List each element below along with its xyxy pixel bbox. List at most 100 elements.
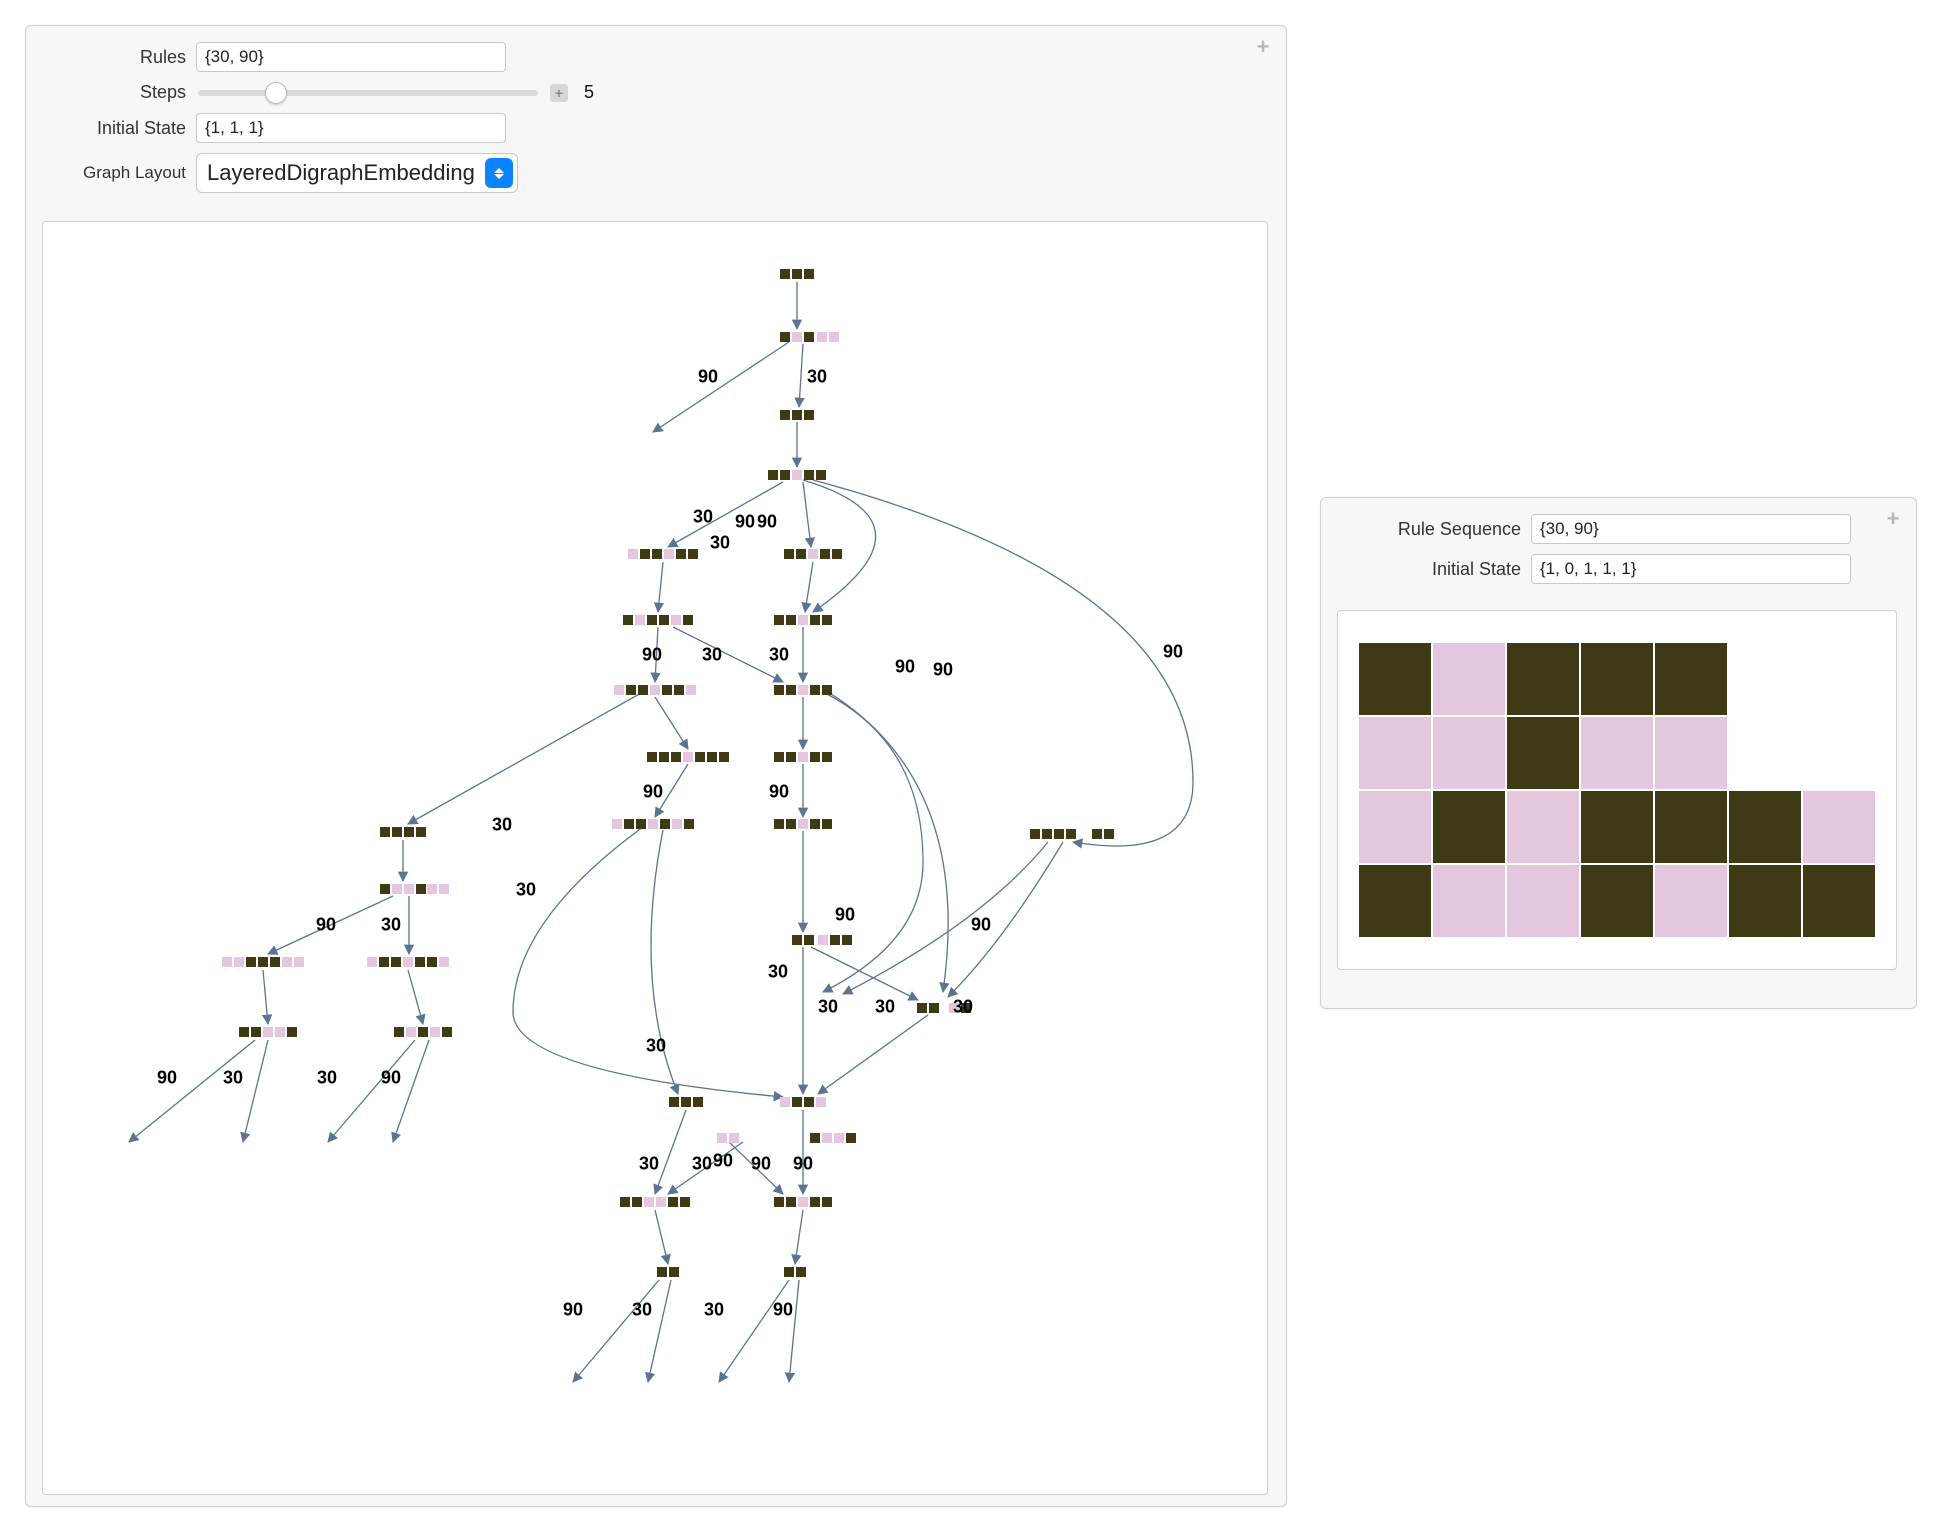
ca-cell xyxy=(1655,865,1727,937)
edge-label: 30 xyxy=(769,645,789,666)
edge-label: 30 xyxy=(953,997,973,1018)
right-controls: Rule Sequence Initial State xyxy=(1321,498,1916,604)
ca-cell xyxy=(1359,643,1431,715)
graph-node xyxy=(367,957,449,967)
preview-panel: + Rule Sequence Initial State xyxy=(1320,497,1917,1009)
ca-cell xyxy=(1507,791,1579,863)
plus-icon[interactable]: + xyxy=(1882,508,1904,530)
ca-cell xyxy=(1803,791,1875,863)
graph-node xyxy=(784,549,842,559)
ca-canvas xyxy=(1337,610,1897,970)
graph-node xyxy=(768,470,826,480)
ca-cell xyxy=(1433,865,1505,937)
edge-label: 90 xyxy=(563,1300,583,1321)
steps-slider[interactable] xyxy=(198,90,538,96)
edge-label: 30 xyxy=(807,367,827,388)
graph-node xyxy=(774,752,832,762)
edge-label: 90 xyxy=(769,782,789,803)
graph-node xyxy=(620,1197,690,1207)
rule-sequence-input[interactable] xyxy=(1531,514,1851,544)
ca-cell xyxy=(1581,791,1653,863)
edge-label: 90 xyxy=(157,1068,177,1089)
ca-cell xyxy=(1359,717,1431,789)
edge-label: 90 xyxy=(757,512,777,533)
graph-node xyxy=(774,615,832,625)
edge-label: 30 xyxy=(692,1154,712,1175)
initial-state-input-2[interactable] xyxy=(1531,554,1851,584)
edge-label: 30 xyxy=(710,533,730,554)
edge-label: 90 xyxy=(698,367,718,388)
edge-label: 90 xyxy=(971,915,991,936)
edge-label: 30 xyxy=(702,645,722,666)
graph-node xyxy=(657,1267,679,1277)
ca-cell xyxy=(1433,643,1505,715)
graph-node xyxy=(774,685,832,695)
edge-label: 90 xyxy=(793,1154,813,1175)
ca-cell xyxy=(1507,643,1579,715)
edge-label: 30 xyxy=(818,997,838,1018)
ca-cell xyxy=(1729,791,1801,863)
edge-label: 90 xyxy=(643,782,663,803)
graph-node xyxy=(784,1267,806,1277)
graph-canvas: 9030303090909030309090909030309090309030… xyxy=(42,221,1268,1495)
graph-layout-value: LayeredDigraphEmbedding xyxy=(207,160,485,186)
ca-cell xyxy=(1655,791,1727,863)
dropdown-arrows-icon xyxy=(485,158,513,188)
ca-row xyxy=(1359,791,1875,863)
ca-cell xyxy=(1655,717,1727,789)
ca-cell xyxy=(1507,717,1579,789)
edge-label: 30 xyxy=(317,1068,337,1089)
ca-cell xyxy=(1359,865,1431,937)
graph-node xyxy=(818,935,852,945)
graph-node xyxy=(669,1097,703,1107)
graph-node xyxy=(628,549,698,559)
ca-grid xyxy=(1359,643,1875,937)
graph-layout-select[interactable]: LayeredDigraphEmbedding xyxy=(196,153,518,193)
ca-cell xyxy=(1433,717,1505,789)
steps-label: Steps xyxy=(46,82,196,103)
edge-label: 30 xyxy=(768,962,788,983)
ca-cell xyxy=(1359,791,1431,863)
edge-label: 30 xyxy=(693,507,713,528)
edge-label: 90 xyxy=(895,657,915,678)
rules-input[interactable] xyxy=(196,42,506,72)
edge-label: 30 xyxy=(492,815,512,836)
main-panel: + Rules Steps + 5 Initial State Graph La… xyxy=(25,25,1287,1507)
rules-label: Rules xyxy=(46,47,196,68)
edge-label: 90 xyxy=(933,660,953,681)
ca-cell xyxy=(1507,865,1579,937)
graph-node xyxy=(612,819,694,829)
graph-node xyxy=(623,615,693,625)
steps-value: 5 xyxy=(584,82,594,103)
edge-label: 90 xyxy=(773,1300,793,1321)
graph-node xyxy=(222,957,304,967)
ca-cell xyxy=(1433,791,1505,863)
graph-node xyxy=(239,1027,297,1037)
edge-label: 90 xyxy=(751,1154,771,1175)
initial-state-input[interactable] xyxy=(196,113,506,143)
ca-cell xyxy=(1655,643,1727,715)
graph-node xyxy=(647,752,729,762)
graph-node xyxy=(380,884,426,894)
plus-icon[interactable]: + xyxy=(1252,36,1274,58)
edge-label: 30 xyxy=(516,880,536,901)
slider-plus-icon[interactable]: + xyxy=(550,84,568,102)
graph-edges xyxy=(43,222,1267,1494)
graph-node xyxy=(394,1027,452,1037)
graph-node xyxy=(780,1097,826,1107)
edge-label: 90 xyxy=(835,905,855,926)
ca-cell xyxy=(1803,865,1875,937)
graph-node xyxy=(774,819,832,829)
graph-node xyxy=(792,935,814,945)
ca-row xyxy=(1359,865,1875,937)
edge-label: 30 xyxy=(223,1068,243,1089)
initial-state-label: Initial State xyxy=(46,118,196,139)
graph-node xyxy=(917,1003,939,1013)
edge-label: 30 xyxy=(875,997,895,1018)
graph-node xyxy=(780,269,814,279)
graph-node xyxy=(780,410,814,420)
edge-label: 90 xyxy=(381,1068,401,1089)
graph-node xyxy=(614,685,696,695)
edge-label: 90 xyxy=(735,512,755,533)
edge-label: 90 xyxy=(1163,642,1183,663)
